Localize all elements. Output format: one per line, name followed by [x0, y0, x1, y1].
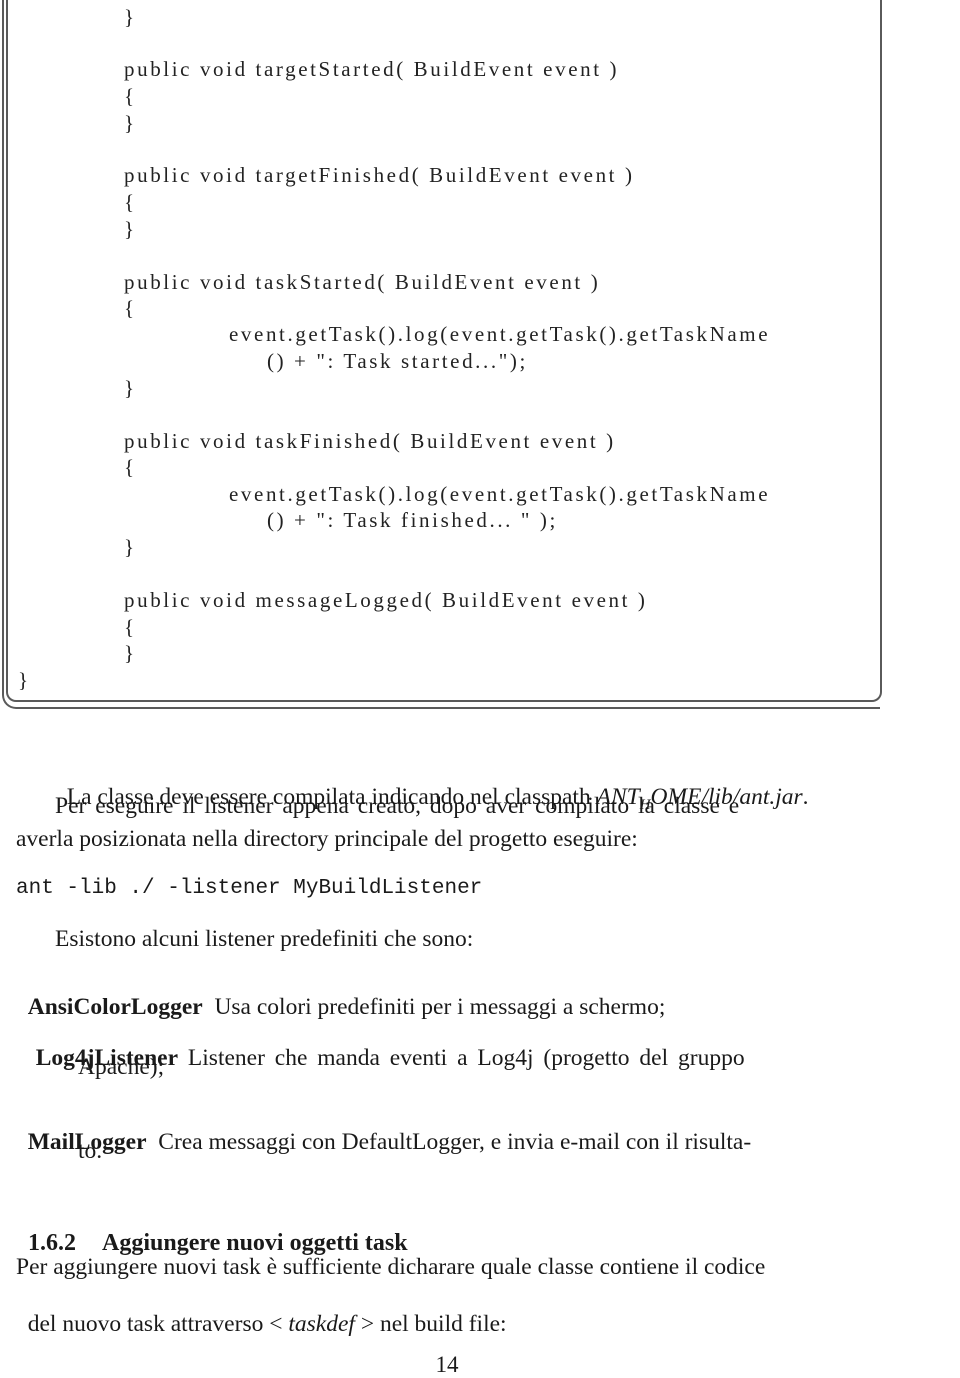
run-intro-line-1: Per eseguire il listener appena creato, …	[55, 793, 740, 819]
code-line: {	[124, 190, 137, 214]
code-line: {	[124, 455, 137, 479]
section-number: 1.6.2	[28, 1230, 76, 1256]
listener-description-continued: to.	[78, 1138, 103, 1164]
listener-description: Usa colori predefiniti per i messaggi a …	[214, 993, 666, 1020]
section-body-line-2: del nuovo task attraverso < taskdef > ne…	[16, 1289, 507, 1336]
code-line: {	[124, 84, 137, 108]
listener-description: Crea messaggi con DefaultLogger, e invia…	[158, 1128, 752, 1155]
code-line: public void targetStarted( BuildEvent ev…	[124, 57, 620, 81]
code-line: public void taskStarted( BuildEvent even…	[124, 270, 601, 294]
listeners-intro: Esistono alcuni listener predefiniti che…	[55, 926, 474, 952]
code-line: () + ": Task started...");	[267, 349, 528, 373]
code-line: }	[124, 111, 137, 135]
code-line: event.getTask().log(event.getTask().getT…	[229, 322, 771, 346]
code-line: public void taskFinished( BuildEvent eve…	[124, 429, 616, 453]
command-line: ant -lib ./ -listener MyBuildListener	[16, 877, 483, 900]
code-line: () + ": Task finished... " );	[267, 508, 558, 532]
compile-note-period: .	[802, 783, 809, 810]
code-line: }	[124, 641, 137, 665]
math-gt: >	[360, 1310, 375, 1337]
code-line: }	[124, 5, 137, 29]
listener-item: AnsiColorLogger Usa colori predefiniti p…	[16, 972, 666, 1020]
listener-description: Listener che manda eventi a Log4j (proge…	[187, 1044, 745, 1071]
code-line: }	[124, 217, 137, 241]
code-line: event.getTask().log(event.getTask().getT…	[229, 482, 771, 506]
code-line: {	[124, 296, 137, 320]
listener-term: AnsiColorLogger	[27, 993, 203, 1020]
section-body-line-1: Per aggiungere nuovi task è sufficiente …	[16, 1254, 766, 1280]
code-listing-frame: } public void targetStarted( BuildEvent …	[0, 0, 960, 715]
math-lt: <	[269, 1310, 283, 1337]
section-title: Aggiungere nuovi oggetti task	[102, 1230, 408, 1256]
section-heading: 1.6.2 Aggiungere nuovi oggetti task	[16, 1207, 408, 1255]
code-line: }	[124, 535, 137, 559]
section-body-text: nel build file:	[374, 1310, 507, 1337]
code-line: }	[18, 668, 31, 692]
listener-description-continued: Apache);	[78, 1054, 165, 1080]
code-line: }	[124, 376, 137, 400]
page-number: 14	[435, 1352, 459, 1377]
code-line: public void messageLogged( BuildEvent ev…	[124, 588, 648, 612]
listener-item: MailLogger Crea messaggi con DefaultLogg…	[16, 1107, 751, 1154]
code-line: {	[124, 615, 137, 639]
math-taskdef: taskdef	[288, 1310, 355, 1337]
run-intro-line-2: averla posizionata nella directory princ…	[16, 826, 638, 852]
code-line: public void targetFinished( BuildEvent e…	[124, 163, 635, 187]
section-body-text: del nuovo task attraverso	[27, 1310, 270, 1337]
